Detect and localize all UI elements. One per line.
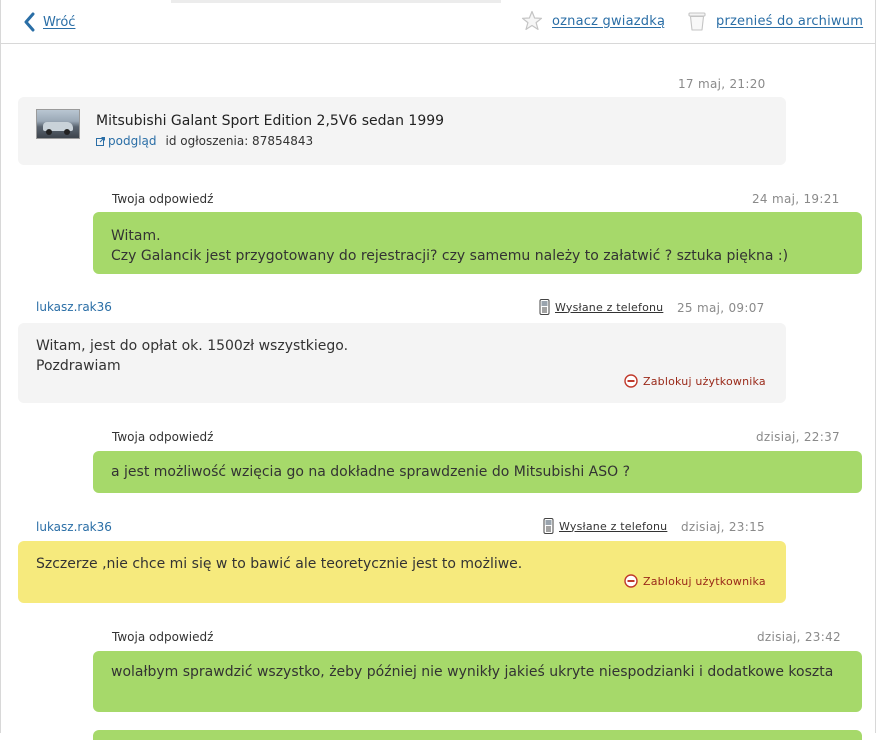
star-label: oznacz gwiazdką: [552, 13, 666, 29]
message-timestamp: 24 maj, 19:21: [752, 192, 840, 206]
ad-id: id ogłoszenia: 87854843: [165, 134, 314, 148]
sender-link[interactable]: lukasz.rak36: [36, 520, 112, 534]
message-text: Szczerze ,nie chce mi się w to bawić ale…: [36, 556, 523, 572]
message-text: Witam. Czy Galancik jest przygotowany do…: [111, 228, 789, 264]
star-icon: [521, 10, 543, 30]
block-user-button[interactable]: Zablokuj użytkownika: [624, 374, 766, 388]
back-label: Wróć: [43, 14, 76, 30]
message-timestamp: 25 maj, 09:07: [677, 301, 765, 315]
block-user-label: Zablokuj użytkownika: [643, 374, 766, 388]
back-button[interactable]: Wróć: [23, 12, 75, 32]
phone-icon: [539, 299, 550, 315]
sender-link[interactable]: lukasz.rak36: [36, 300, 112, 314]
sent-from-label: Wysłane z telefonu: [559, 519, 668, 533]
own-message: a jest możliwość wzięcia go na dokładne …: [93, 451, 862, 493]
sent-from-phone: Wysłane z telefonu: [539, 299, 663, 315]
block-icon: [624, 574, 638, 588]
own-message: Witam. Czy Galancik jest przygotowany do…: [93, 212, 862, 274]
message-text: a jest możliwość wzięcia go na dokładne …: [111, 464, 631, 480]
block-user-label: Zablokuj użytkownika: [643, 574, 766, 588]
car-wheel: [64, 129, 70, 135]
message-timestamp: dzisiaj, 22:37: [756, 430, 840, 444]
own-message: wolałbym sprawdzić wszystko, żeby późnie…: [93, 651, 862, 712]
listing-timestamp: 17 maj, 21:20: [678, 77, 766, 91]
car-wheel: [46, 129, 52, 135]
message-text: Witam, jest do opłat ok. 1500zł wszystki…: [36, 338, 349, 374]
listing-meta: podgląd id ogłoszenia: 87854843: [96, 134, 313, 148]
block-icon: [624, 374, 638, 388]
message-sender: Twoja odpowiedź: [112, 630, 214, 644]
listing-card: Mitsubishi Galant Sport Edition 2,5V6 se…: [18, 97, 786, 165]
chevron-left-icon: [24, 12, 35, 32]
listing-title: Mitsubishi Galant Sport Edition 2,5V6 se…: [96, 113, 445, 129]
own-message-partial: [93, 730, 862, 740]
top-shadow: [171, 0, 501, 3]
top-bar: Wróć oznacz gwiazdką przenieś do archiwu…: [1, 0, 876, 44]
star-button[interactable]: oznacz gwiazdką: [521, 10, 665, 32]
sent-from-phone: Wysłane z telefonu: [543, 518, 667, 534]
conversation-panel: Wróć oznacz gwiazdką przenieś do archiwu…: [0, 0, 876, 740]
message-sender: Twoja odpowiedź: [112, 430, 214, 444]
message-text: wolałbym sprawdzić wszystko, żeby późnie…: [111, 664, 834, 680]
trash-icon: [688, 12, 706, 31]
message-timestamp: dzisiaj, 23:42: [757, 630, 841, 644]
sent-from-label: Wysłane z telefonu: [555, 300, 664, 314]
block-user-button[interactable]: Zablokuj użytkownika: [624, 574, 766, 588]
preview-link[interactable]: podgląd: [108, 134, 157, 148]
phone-icon: [543, 518, 554, 534]
message-sender: Twoja odpowiedź: [112, 192, 214, 206]
archive-label: przenieś do archiwum: [716, 13, 864, 29]
archive-button[interactable]: przenieś do archiwum: [687, 10, 863, 32]
car-thumbnail[interactable]: [36, 109, 80, 139]
received-message-highlighted: Szczerze ,nie chce mi się w to bawić ale…: [18, 541, 786, 603]
received-message: Witam, jest do opłat ok. 1500zł wszystki…: [18, 323, 786, 403]
external-link-icon: [96, 136, 105, 146]
message-timestamp: dzisiaj, 23:15: [681, 520, 765, 534]
